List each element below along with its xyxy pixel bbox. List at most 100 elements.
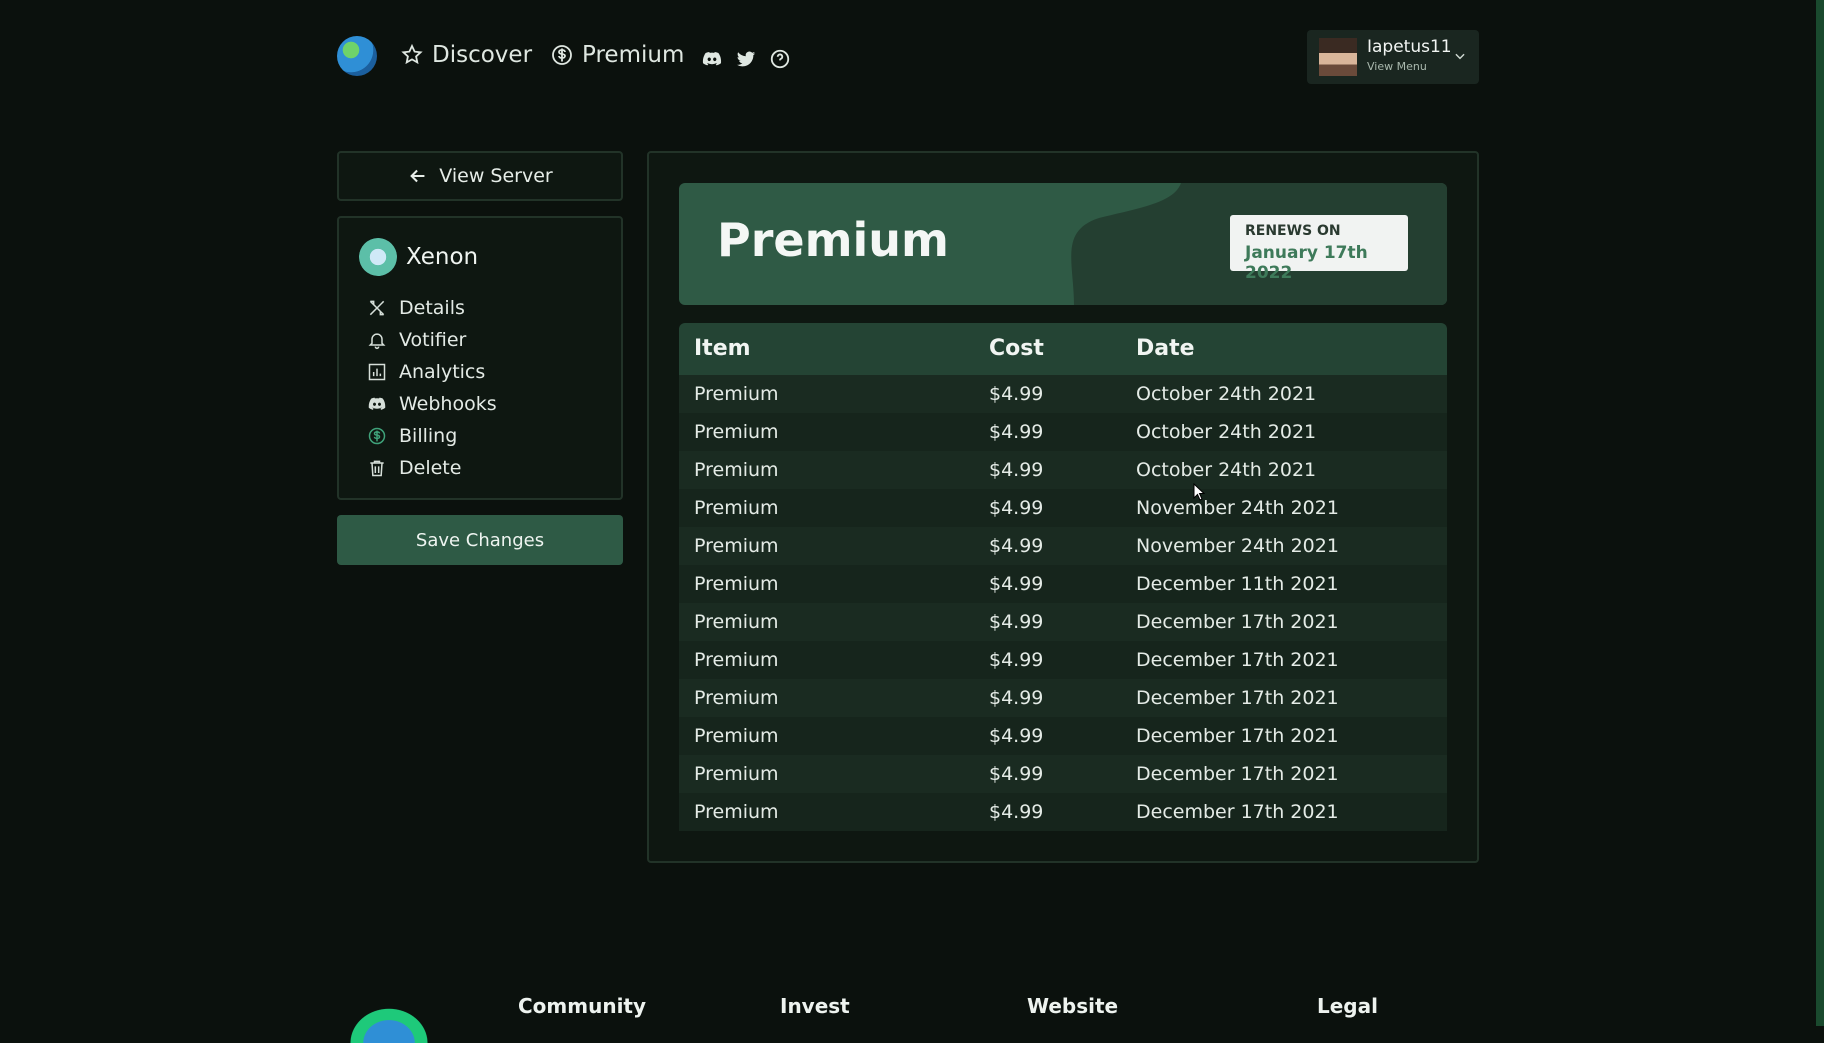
renews-date: January 17th 2022 (1245, 243, 1368, 283)
table-row: Premium $4.99 December 17th 2021 (679, 755, 1447, 793)
cell-date: December 17th 2021 (1136, 801, 1339, 823)
cell-cost: $4.99 (989, 535, 1044, 557)
column-header-date: Date (1136, 336, 1195, 361)
avatar (1319, 38, 1357, 76)
cell-cost: $4.99 (989, 573, 1044, 595)
table-row: Premium $4.99 October 24th 2021 (679, 451, 1447, 489)
nav-discover-label: Discover (432, 42, 533, 68)
trash-icon (370, 460, 384, 477)
renewal-badge: RENEWS ON January 17th 2022 (1230, 215, 1408, 283)
page-scrollbar[interactable] (1816, 0, 1824, 1026)
server-name: Xenon (406, 244, 479, 270)
save-changes-button[interactable]: Save Changes (337, 515, 623, 565)
arrow-left-icon (410, 169, 425, 183)
help-circle-icon[interactable] (769, 48, 791, 70)
sidebar-item-webhooks[interactable]: Webhooks (367, 388, 497, 420)
view-server-label: View Server (439, 165, 553, 187)
table-header: Item Cost Date (679, 323, 1447, 375)
chevron-down-icon (1455, 53, 1465, 60)
table-row: Premium $4.99 October 24th 2021 (679, 413, 1447, 451)
discord-icon[interactable] (701, 48, 723, 70)
sidebar-item-label: Billing (399, 425, 458, 447)
view-server-button[interactable]: View Server (337, 151, 623, 201)
cell-cost: $4.99 (989, 801, 1044, 823)
discord-icon (368, 397, 386, 410)
server-icon (359, 238, 397, 276)
cell-date: October 24th 2021 (1136, 383, 1317, 405)
renews-label: RENEWS ON (1245, 223, 1341, 239)
cell-cost: $4.99 (989, 649, 1044, 671)
footer-heading-website: Website (1027, 994, 1119, 1018)
cell-date: December 17th 2021 (1136, 687, 1339, 709)
nav-premium[interactable]: Premium (550, 42, 684, 68)
table-row: Premium $4.99 December 11th 2021 (679, 565, 1447, 603)
cell-date: December 17th 2021 (1136, 649, 1339, 671)
username: Iapetus11 (1367, 37, 1452, 57)
footer-heading-invest: Invest (780, 994, 850, 1018)
dollar-coin-icon (552, 45, 572, 65)
cell-cost: $4.99 (989, 421, 1044, 443)
sidebar-item-votifier[interactable]: Votifier (367, 324, 497, 356)
table-body: Premium $4.99 October 24th 2021 Premium $4.9… (679, 375, 1447, 831)
premium-banner: Premium RENEWS ON January 17th 2022 (679, 183, 1447, 305)
banner-title: Premium (717, 213, 949, 267)
sidebar-item-details[interactable]: Details (367, 292, 497, 324)
top-header: Discover Premium Iapetus11 View Menu (337, 30, 1479, 92)
footer-logo (344, 1003, 434, 1043)
nav-premium-label: Premium (582, 42, 685, 68)
nav-discover[interactable]: Discover (400, 42, 532, 68)
cell-item: Premium (694, 725, 779, 747)
cell-date: December 11th 2021 (1136, 573, 1339, 595)
bar-chart-icon (368, 363, 386, 381)
cell-item: Premium (694, 535, 779, 557)
server-settings-menu: Xenon Details Votifier Analytics Webhook… (337, 216, 623, 500)
cell-item: Premium (694, 383, 779, 405)
cell-item: Premium (694, 421, 779, 443)
cell-cost: $4.99 (989, 497, 1044, 519)
sidebar-item-label: Analytics (399, 361, 486, 383)
sidebar-item-analytics[interactable]: Analytics (367, 356, 497, 388)
cell-date: December 17th 2021 (1136, 763, 1339, 785)
site-logo[interactable] (337, 36, 377, 76)
cell-date: December 17th 2021 (1136, 725, 1339, 747)
cell-cost: $4.99 (989, 459, 1044, 481)
cell-cost: $4.99 (989, 725, 1044, 747)
table-row: Premium $4.99 December 17th 2021 (679, 717, 1447, 755)
cell-item: Premium (694, 459, 779, 481)
cell-item: Premium (694, 573, 779, 595)
cell-cost: $4.99 (989, 383, 1044, 405)
sidebar-item-delete[interactable]: Delete (367, 452, 497, 484)
cell-item: Premium (694, 649, 779, 671)
mouse-cursor-icon (1193, 483, 1205, 501)
column-header-item: Item (694, 336, 751, 361)
cell-item: Premium (694, 687, 779, 709)
dollar-coin-icon (368, 427, 386, 445)
cell-cost: $4.99 (989, 611, 1044, 633)
footer-heading-community: Community (518, 994, 647, 1018)
cell-date: December 17th 2021 (1136, 611, 1339, 633)
table-row: Premium $4.99 December 17th 2021 (679, 679, 1447, 717)
cell-cost: $4.99 (989, 763, 1044, 785)
view-menu-label: View Menu (1367, 60, 1427, 73)
table-row: Premium $4.99 November 24th 2021 (679, 489, 1447, 527)
user-menu-button[interactable]: Iapetus11 View Menu (1307, 30, 1479, 84)
table-row: Premium $4.99 December 17th 2021 (679, 603, 1447, 641)
table-row: Premium $4.99 December 17th 2021 (679, 793, 1447, 831)
cell-date: November 24th 2021 (1136, 497, 1339, 519)
social-links (701, 48, 791, 70)
sidebar-item-billing[interactable]: Billing (367, 420, 497, 452)
sidebar-item-label: Delete (399, 457, 462, 479)
twitter-icon[interactable] (735, 48, 757, 70)
sidebar-item-label: Webhooks (399, 393, 497, 415)
cell-date: October 24th 2021 (1136, 459, 1317, 481)
billing-panel: Premium RENEWS ON January 17th 2022 Item… (647, 151, 1479, 863)
bell-icon (368, 333, 386, 350)
table-row: Premium $4.99 December 17th 2021 (679, 641, 1447, 679)
cell-date: November 24th 2021 (1136, 535, 1339, 557)
cell-item: Premium (694, 611, 779, 633)
cell-cost: $4.99 (989, 687, 1044, 709)
sparkle-star-icon (401, 43, 423, 65)
table-row: Premium $4.99 November 24th 2021 (679, 527, 1447, 565)
column-header-cost: Cost (989, 336, 1044, 361)
billing-table: Item Cost Date Premium $4.99 October 24th … (679, 323, 1447, 831)
